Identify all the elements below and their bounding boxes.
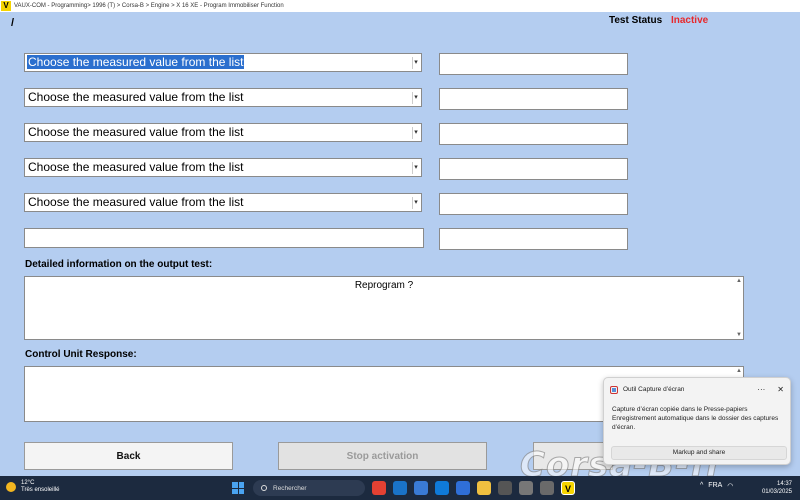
photos-icon[interactable] <box>435 481 449 495</box>
measured-value-select-5[interactable]: Choose the measured value from the list … <box>24 193 422 212</box>
temperature: 12°C <box>21 480 35 486</box>
clock[interactable]: 14:37 01/03/2025 <box>762 480 792 496</box>
measured-value-select-3[interactable]: Choose the measured value from the list … <box>24 123 422 142</box>
detail-text: Reprogram ? <box>354 280 414 291</box>
chrome-icon[interactable] <box>372 481 386 495</box>
weather-widget[interactable]: 12°C Très ensoleillé <box>6 480 59 494</box>
measured-value-field-5[interactable] <box>439 193 628 215</box>
search-placeholder: Rechercher <box>273 484 307 492</box>
app-icon[interactable] <box>519 481 533 495</box>
search-icon <box>261 485 267 491</box>
wifi-icon[interactable]: ◠ <box>727 482 733 490</box>
language-indicator[interactable]: FRA <box>708 482 722 490</box>
notification-body: Capture d’écran copiée dans le Presse-pa… <box>612 406 779 431</box>
taskbar-search[interactable]: Rechercher <box>253 480 365 496</box>
time: 14:37 <box>776 481 792 487</box>
test-status-label: Test Status <box>609 15 663 26</box>
markup-and-share-button[interactable]: Markup and share <box>611 446 787 460</box>
measured-value-select-1[interactable]: Choose the measured value from the list … <box>24 53 422 72</box>
detail-textarea[interactable]: Reprogram ? ▲ ▼ <box>24 276 744 340</box>
more-options-icon[interactable]: ··· <box>757 385 765 394</box>
scroll-down-icon[interactable]: ▼ <box>736 332 742 338</box>
outlook-icon[interactable] <box>393 481 407 495</box>
app-icon[interactable] <box>498 481 512 495</box>
stop-activation-button[interactable]: Stop activation <box>278 442 487 470</box>
vauxcom-app-icon[interactable]: V <box>561 481 575 495</box>
app-icon[interactable] <box>414 481 428 495</box>
snipping-tool-icon <box>610 385 618 394</box>
taskbar: 12°C Très ensoleillé Rechercher V ^ FRA … <box>0 476 800 500</box>
path-indicator: / <box>11 17 15 29</box>
scroll-up-icon[interactable]: ▲ <box>736 368 742 374</box>
measured-value-field-3[interactable] <box>439 123 628 145</box>
title-bar: V VAUX-COM - Programming> 1996 (T) > Cor… <box>0 0 800 12</box>
detail-label: Detailed information on the output test: <box>25 259 213 270</box>
chevron-up-icon[interactable]: ^ <box>700 482 703 490</box>
weather-condition: Très ensoleillé <box>21 487 60 493</box>
measured-value-field-4[interactable] <box>439 158 628 180</box>
extra-input[interactable] <box>24 228 424 248</box>
system-tray[interactable]: ^ FRA ◠ <box>700 482 733 490</box>
chevron-down-icon[interactable]: ▾ <box>412 92 419 104</box>
scroll-up-icon[interactable]: ▲ <box>736 278 742 284</box>
file-explorer-icon[interactable] <box>477 481 491 495</box>
select-value: Choose the measured value from the list <box>28 125 244 139</box>
app-icon[interactable] <box>540 481 554 495</box>
measured-value-field-2[interactable] <box>439 88 628 110</box>
chevron-down-icon[interactable]: ▾ <box>412 127 419 139</box>
measured-value-select-2[interactable]: Choose the measured value from the list … <box>24 88 422 107</box>
windows-start-icon[interactable] <box>232 482 244 494</box>
select-value: Choose the measured value from the list <box>27 55 245 69</box>
test-status: Test Status Inactive <box>609 15 708 26</box>
measured-value-field-6[interactable] <box>439 228 628 250</box>
sun-icon <box>6 482 16 492</box>
close-icon[interactable]: ✕ <box>777 385 784 394</box>
measured-value-field-1[interactable] <box>439 53 628 75</box>
chevron-down-icon[interactable]: ▾ <box>412 57 419 69</box>
chevron-down-icon[interactable]: ▾ <box>412 197 419 209</box>
select-value: Choose the measured value from the list <box>28 195 244 209</box>
pinned-apps: V <box>372 481 575 495</box>
vauxcom-logo-icon: V <box>1 1 11 11</box>
select-value: Choose the measured value from the list <box>28 90 244 104</box>
window-title: VAUX-COM - Programming> 1996 (T) > Corsa… <box>14 3 284 9</box>
store-icon[interactable] <box>456 481 470 495</box>
action-button[interactable] <box>533 442 613 470</box>
response-label: Control Unit Response: <box>25 349 137 360</box>
select-value: Choose the measured value from the list <box>28 160 244 174</box>
notification-title: Outil Capture d’écran <box>623 386 685 393</box>
back-button[interactable]: Back <box>24 442 233 470</box>
snipping-tool-notification[interactable]: Outil Capture d’écran ··· ✕ Capture d’éc… <box>603 377 791 465</box>
measured-value-select-4[interactable]: Choose the measured value from the list … <box>24 158 422 177</box>
date: 01/03/2025 <box>761 489 792 495</box>
test-status-value: Inactive <box>670 15 709 26</box>
chevron-down-icon[interactable]: ▾ <box>412 162 419 174</box>
